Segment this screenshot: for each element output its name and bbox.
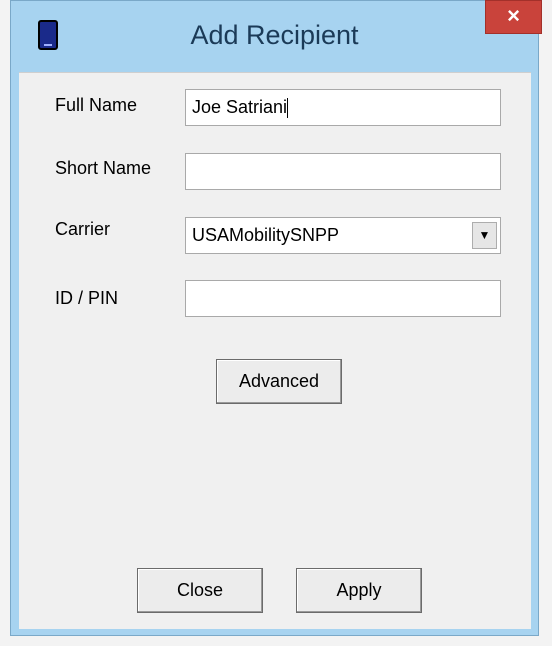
apply-button[interactable]: Apply [296, 568, 422, 613]
full-name-value: Joe Satriani [192, 97, 288, 117]
full-name-label: Full Name [55, 95, 138, 115]
text-caret [287, 98, 289, 119]
short-name-field[interactable] [185, 153, 501, 190]
close-window-button[interactable]: × [485, 0, 542, 34]
carrier-selected-value: USAMobilitySNPP [192, 225, 340, 245]
full-name-field[interactable]: Joe Satriani [185, 89, 501, 126]
advanced-button[interactable]: Advanced [216, 359, 342, 404]
dialog-body: Full Name Joe Satriani Short Name Carrie… [19, 72, 531, 629]
window-title: Add Recipient [190, 20, 359, 50]
short-name-label: Short Name [55, 158, 152, 178]
id-pin-field[interactable] [185, 280, 501, 317]
add-recipient-dialog: Add Recipient × Full Name Joe Satriani S… [0, 0, 552, 646]
carrier-label: Carrier [55, 219, 111, 239]
title-bar[interactable]: Add Recipient × [10, 0, 542, 72]
chevron-down-icon[interactable]: ▼ [472, 222, 497, 249]
close-button[interactable]: Close [137, 568, 263, 613]
id-pin-label: ID / PIN [55, 288, 119, 308]
carrier-select[interactable]: USAMobilitySNPP ▼ [185, 217, 501, 254]
